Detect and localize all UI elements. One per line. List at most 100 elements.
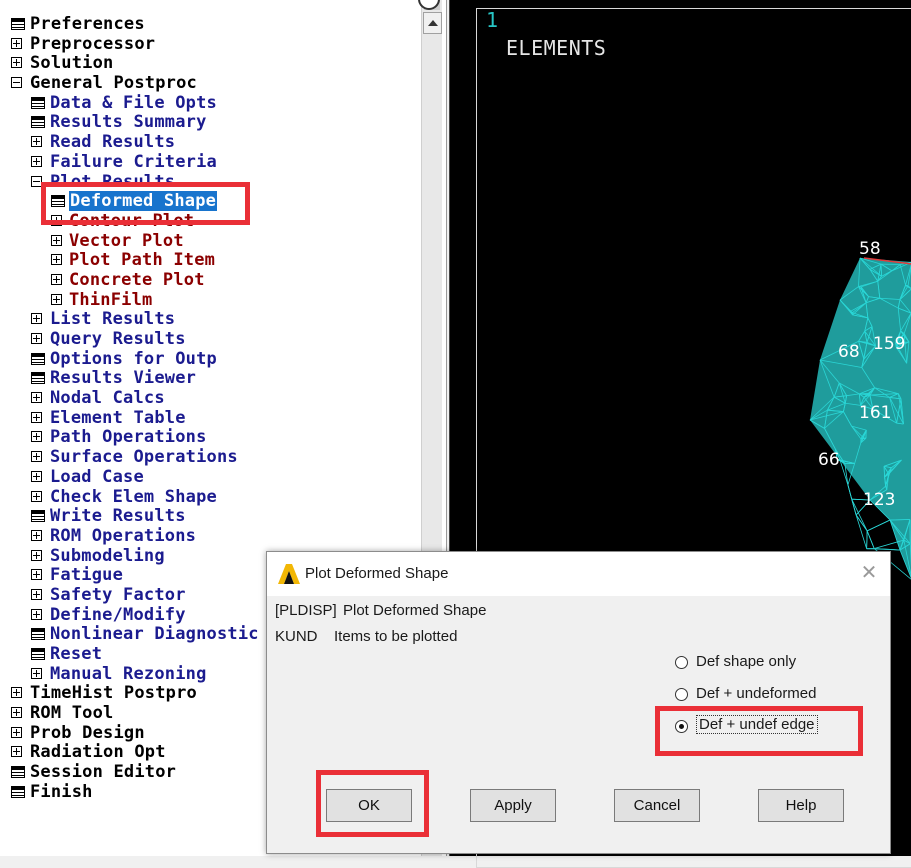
menu-item[interactable]: ROM Operations bbox=[0, 526, 420, 546]
menu-item-label: Read Results bbox=[50, 132, 175, 152]
dialog-item-icon[interactable] bbox=[11, 18, 25, 30]
annotation-highlight-radio bbox=[655, 706, 863, 756]
menu-item[interactable]: Load Case bbox=[0, 467, 420, 487]
menu-item-label: Options for Outp bbox=[50, 349, 217, 369]
expand-icon[interactable] bbox=[31, 569, 42, 580]
radio-button[interactable] bbox=[675, 688, 688, 701]
expand-icon[interactable] bbox=[51, 294, 62, 305]
expand-icon[interactable] bbox=[31, 333, 42, 344]
mesh-edge bbox=[867, 531, 874, 549]
field-description: Items to be plotted bbox=[334, 628, 457, 645]
menu-item[interactable]: Results Viewer bbox=[0, 368, 420, 388]
radio-label: Def + undeformed bbox=[696, 685, 817, 702]
expand-icon[interactable] bbox=[51, 235, 62, 246]
menu-item[interactable]: Query Results bbox=[0, 329, 420, 349]
expand-icon[interactable] bbox=[31, 589, 42, 600]
menu-item[interactable]: Data & File Opts bbox=[0, 93, 420, 113]
menu-item[interactable]: Preprocessor bbox=[0, 34, 420, 54]
menu-item[interactable]: Check Elem Shape bbox=[0, 487, 420, 507]
expand-icon[interactable] bbox=[31, 668, 42, 679]
expand-icon[interactable] bbox=[31, 451, 42, 462]
menu-item[interactable]: Options for Outp bbox=[0, 349, 420, 369]
expand-icon[interactable] bbox=[11, 687, 22, 698]
expand-icon[interactable] bbox=[31, 392, 42, 403]
menu-item[interactable]: General Postproc bbox=[0, 73, 420, 93]
expand-icon[interactable] bbox=[11, 727, 22, 738]
radio-label: Def shape only bbox=[696, 653, 796, 670]
menu-item-label: Nodal Calcs bbox=[50, 388, 165, 408]
menu-item-label: Session Editor bbox=[30, 762, 176, 782]
cancel-button[interactable]: Cancel bbox=[614, 789, 700, 822]
expand-icon[interactable] bbox=[11, 57, 22, 68]
expand-icon[interactable] bbox=[51, 254, 62, 265]
menu-item-label: Radiation Opt bbox=[30, 742, 166, 762]
menu-item-label: Prob Design bbox=[30, 723, 145, 743]
menu-item[interactable]: Concrete Plot bbox=[0, 270, 420, 290]
menu-item-label: Vector Plot bbox=[69, 231, 184, 251]
menu-item-label: Load Case bbox=[50, 467, 144, 487]
dialog-title: Plot Deformed Shape bbox=[305, 565, 448, 582]
expand-icon[interactable] bbox=[11, 746, 22, 757]
expand-icon[interactable] bbox=[31, 609, 42, 620]
menu-item-label: Results Summary bbox=[50, 112, 207, 132]
mesh-edge bbox=[881, 264, 882, 276]
expand-icon[interactable] bbox=[11, 38, 22, 49]
menu-item-label: Reset bbox=[50, 644, 102, 664]
dialog-item-icon[interactable] bbox=[31, 510, 45, 522]
dialog-item-icon[interactable] bbox=[31, 116, 45, 128]
menu-item[interactable]: Solution bbox=[0, 53, 420, 73]
menu-item[interactable]: Results Summary bbox=[0, 112, 420, 132]
menu-item[interactable]: List Results bbox=[0, 309, 420, 329]
expand-icon[interactable] bbox=[51, 274, 62, 285]
expand-icon[interactable] bbox=[31, 431, 42, 442]
mesh-edge bbox=[848, 485, 852, 499]
menu-item[interactable]: Preferences bbox=[0, 14, 420, 34]
node-label: 161 bbox=[859, 403, 891, 423]
annotation-highlight-deformed-shape bbox=[41, 182, 250, 225]
dialog-item-icon[interactable] bbox=[11, 786, 25, 798]
expand-icon[interactable] bbox=[31, 313, 42, 324]
expand-icon[interactable] bbox=[31, 412, 42, 423]
dialog-item-icon[interactable] bbox=[31, 648, 45, 660]
menu-item-label: Preferences bbox=[30, 14, 145, 34]
help-button[interactable]: Help bbox=[758, 789, 844, 822]
apply-button[interactable]: Apply bbox=[470, 789, 556, 822]
expand-icon[interactable] bbox=[31, 530, 42, 541]
menu-item-label: ThinFilm bbox=[69, 290, 152, 310]
scroll-up-arrow-icon[interactable] bbox=[423, 12, 442, 34]
expand-icon[interactable] bbox=[31, 491, 42, 502]
dialog-item-icon[interactable] bbox=[31, 628, 45, 640]
menu-item[interactable]: Element Table bbox=[0, 408, 420, 428]
menu-item[interactable]: Failure Criteria bbox=[0, 152, 420, 172]
menu-item-label: Finish bbox=[30, 782, 93, 802]
radio-button[interactable] bbox=[675, 656, 688, 669]
menu-item[interactable]: Path Operations bbox=[0, 427, 420, 447]
menu-item-label: ROM Tool bbox=[30, 703, 113, 723]
menu-item[interactable]: Surface Operations bbox=[0, 447, 420, 467]
menu-item[interactable]: ThinFilm bbox=[0, 290, 420, 310]
dialog-item-icon[interactable] bbox=[31, 372, 45, 384]
expand-icon[interactable] bbox=[31, 136, 42, 147]
menu-item[interactable]: Read Results bbox=[0, 132, 420, 152]
expand-icon[interactable] bbox=[31, 550, 42, 561]
menu-item[interactable]: Write Results bbox=[0, 506, 420, 526]
menu-item-label: Path Operations bbox=[50, 427, 207, 447]
dialog-item-icon[interactable] bbox=[31, 97, 45, 109]
expand-icon[interactable] bbox=[11, 707, 22, 718]
menu-item-label: Failure Criteria bbox=[50, 152, 217, 172]
close-icon[interactable]: ✕ bbox=[858, 562, 880, 584]
mesh-edge bbox=[867, 531, 868, 549]
node-label: 58 bbox=[859, 239, 881, 259]
menu-item[interactable]: Vector Plot bbox=[0, 231, 420, 251]
collapse-icon[interactable] bbox=[11, 77, 22, 88]
dialog-item-icon[interactable] bbox=[11, 766, 25, 778]
dialog-item-icon[interactable] bbox=[31, 353, 45, 365]
menu-item-label: Query Results bbox=[50, 329, 186, 349]
expand-icon[interactable] bbox=[31, 471, 42, 482]
menu-item[interactable]: Plot Path Item bbox=[0, 250, 420, 270]
expand-icon[interactable] bbox=[31, 156, 42, 167]
menu-item-label: Define/Modify bbox=[50, 605, 186, 625]
menu-item[interactable]: Nodal Calcs bbox=[0, 388, 420, 408]
command-description: Plot Deformed Shape bbox=[343, 602, 486, 619]
dialog-titlebar[interactable]: Plot Deformed Shape ✕ bbox=[267, 552, 890, 596]
